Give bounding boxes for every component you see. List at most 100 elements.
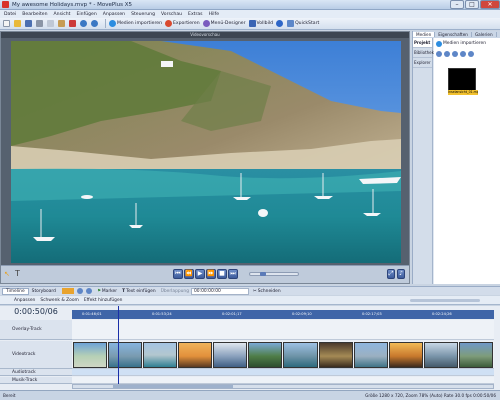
track-header-overlay[interactable]: Overlay-Track xyxy=(0,320,72,340)
video-clip[interactable] xyxy=(178,342,213,368)
sort-icon[interactable] xyxy=(444,51,450,57)
delete-button[interactable] xyxy=(69,19,77,28)
menu-bearbeiten[interactable]: Bearbeiten xyxy=(22,12,47,17)
adjust-button[interactable]: Anpassen xyxy=(14,298,35,303)
folder-icon[interactable] xyxy=(460,51,466,57)
preview-header: Videovorschau xyxy=(1,32,409,38)
scrollbar-thumb[interactable] xyxy=(113,385,233,388)
track-header-audio[interactable]: Audiotrack xyxy=(0,369,72,376)
stop-button[interactable]: ■ xyxy=(217,269,227,279)
settings-icon[interactable] xyxy=(468,51,474,57)
cut-button[interactable] xyxy=(36,19,44,28)
menu-ansicht[interactable]: Ansicht xyxy=(54,12,71,17)
export-button[interactable]: Exportieren xyxy=(164,19,200,28)
video-clip[interactable] xyxy=(353,342,388,368)
close-button[interactable]: ✕ xyxy=(480,0,500,9)
menu-designer-button[interactable]: Menü-Designer xyxy=(202,19,246,28)
menu-steuerung[interactable]: Steuerung xyxy=(131,12,155,17)
sidebar-item-projekt[interactable]: Projekt xyxy=(413,38,432,48)
text-insert-button[interactable]: Text einfügen xyxy=(126,289,156,294)
video-clip[interactable] xyxy=(283,342,318,368)
fullscreen-button[interactable]: Vollbild xyxy=(248,19,274,28)
window-title: My awesome Holidays.mvp * - MovePlus X5 xyxy=(12,1,133,8)
video-image xyxy=(11,41,401,263)
sidebar-item-bibliothek[interactable]: Bibliothek xyxy=(413,48,434,58)
panel-import-button[interactable]: Medien importieren xyxy=(436,40,486,47)
playback-position-slider[interactable] xyxy=(249,272,299,276)
video-clip[interactable] xyxy=(73,342,108,368)
cut-button[interactable]: Schneiden xyxy=(258,289,281,294)
tab-eigenschaften[interactable]: Eigenschaften xyxy=(435,32,472,37)
fullscreen-label: Vollbild xyxy=(256,21,274,26)
undo-icon xyxy=(80,20,87,27)
video-frame[interactable] xyxy=(11,41,401,263)
pointer-tool-icon[interactable]: ↖ xyxy=(4,270,11,278)
menu-hilfe[interactable]: Hilfe xyxy=(209,12,219,17)
playhead[interactable] xyxy=(118,306,119,384)
play-button[interactable]: ▶ xyxy=(195,269,205,279)
video-clip[interactable] xyxy=(248,342,283,368)
copy-button[interactable] xyxy=(47,19,55,28)
track-lane-music[interactable] xyxy=(72,377,494,384)
filter-icon[interactable] xyxy=(452,51,458,57)
redo-button[interactable] xyxy=(91,19,99,28)
track-lane-overlay[interactable] xyxy=(72,320,494,340)
track-lane-audio[interactable] xyxy=(72,369,494,376)
track-header-music[interactable]: Musik-Track xyxy=(0,377,72,384)
ruler-tick: 0:02:01;17 xyxy=(222,312,242,316)
menu-anpassen[interactable]: Anpassen xyxy=(103,12,125,17)
skip-end-button[interactable]: ⏭ xyxy=(228,269,238,279)
toolbar-separator xyxy=(105,19,106,28)
export-icon xyxy=(164,20,172,27)
video-clip[interactable] xyxy=(388,342,423,368)
open-button[interactable] xyxy=(14,19,22,28)
slider-thumb[interactable] xyxy=(260,272,266,276)
tab-medien[interactable]: Medien xyxy=(413,32,436,37)
save-button[interactable] xyxy=(25,19,33,28)
tab-galerien[interactable]: Galerien xyxy=(472,32,497,37)
import-media-button[interactable]: Medien importieren xyxy=(109,19,162,28)
undo-button[interactable] xyxy=(80,19,88,28)
skip-start-button[interactable]: ⏮ xyxy=(173,269,183,279)
media-panel: Medien Eigenschaften Galerien Projekt Bi… xyxy=(412,31,500,284)
video-clip[interactable] xyxy=(318,342,353,368)
undo-small-icon[interactable] xyxy=(76,288,83,294)
overlap-field[interactable]: 00:00:00:00 xyxy=(191,287,250,295)
full-view-button[interactable]: ⤢ xyxy=(387,269,395,279)
folder-icon xyxy=(14,20,21,27)
video-clip[interactable] xyxy=(458,342,493,368)
marker-button[interactable]: Marker xyxy=(102,289,117,294)
media-panel-tabs: Medien Eigenschaften Galerien xyxy=(413,31,500,38)
timeline-zoom-slider[interactable] xyxy=(410,298,480,302)
video-clip[interactable] xyxy=(423,342,458,368)
help-button[interactable] xyxy=(276,19,284,28)
new-button[interactable] xyxy=(3,19,11,28)
text-tool-icon[interactable]: T xyxy=(15,269,23,278)
video-clip[interactable] xyxy=(108,342,143,368)
video-clip[interactable] xyxy=(143,342,178,368)
minimize-button[interactable]: – xyxy=(450,0,464,9)
media-thumbnail[interactable]: Inselansicht_01.mp4 xyxy=(448,68,478,95)
tab-storyboard[interactable]: Storyboard xyxy=(29,289,59,294)
tab-timeline[interactable]: Timeline xyxy=(2,287,29,295)
redo-small-icon[interactable] xyxy=(85,288,92,294)
menu-vorschau[interactable]: Vorschau xyxy=(161,12,182,17)
sidebar-item-explorer[interactable]: Explorer xyxy=(413,58,432,68)
timeline-ruler[interactable]: 0:01:46;01 0:01:53;24 0:02:01;17 0:02:09… xyxy=(72,310,494,319)
rewind-button[interactable]: ⏪ xyxy=(184,269,194,279)
forward-button[interactable]: ⏩ xyxy=(206,269,216,279)
timeline-horizontal-scrollbar[interactable] xyxy=(72,384,494,389)
quickstart-button[interactable]: QuickStart xyxy=(287,19,319,28)
menu-extras[interactable]: Extras xyxy=(188,12,203,17)
add-effect-button[interactable]: Effekt hinzufügen xyxy=(84,298,123,303)
timeline-mode-icon[interactable] xyxy=(61,288,74,294)
video-clip[interactable] xyxy=(213,342,248,368)
maximize-button[interactable]: □ xyxy=(465,0,479,9)
speaker-button[interactable]: ♪ xyxy=(397,269,405,279)
menu-einfuegen[interactable]: Einfügen xyxy=(76,12,96,17)
track-header-video[interactable]: Videotrack xyxy=(0,341,72,369)
menu-datei[interactable]: Datei xyxy=(4,12,16,17)
paste-button[interactable] xyxy=(58,19,66,28)
view-icon[interactable] xyxy=(436,51,442,57)
pan-zoom-button[interactable]: Schwenk & Zoom xyxy=(40,298,78,303)
